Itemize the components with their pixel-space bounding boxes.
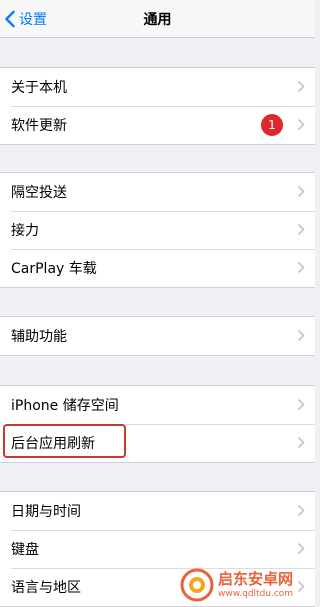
chevron-right-icon bbox=[297, 185, 305, 198]
watermark-url: www.qdltdu.com bbox=[218, 588, 294, 599]
row-accessibility[interactable]: 辅助功能 bbox=[0, 317, 315, 355]
row-date-time[interactable]: 日期与时间 bbox=[0, 492, 315, 530]
row-label: 关于本机 bbox=[11, 80, 67, 96]
watermark-logo-icon bbox=[180, 568, 214, 601]
chevron-right-icon bbox=[297, 118, 305, 131]
row-label: 日期与时间 bbox=[11, 504, 81, 520]
settings-group-4: iPhone 储存空间 后台应用刷新 bbox=[0, 385, 315, 463]
update-badge: 1 bbox=[261, 114, 283, 136]
row-label: CarPlay 车载 bbox=[11, 261, 97, 277]
row-label: 隔空投送 bbox=[11, 185, 67, 201]
row-software-update[interactable]: 软件更新 1 bbox=[0, 106, 315, 144]
row-label: iPhone 储存空间 bbox=[11, 398, 119, 414]
row-background-app-refresh[interactable]: 后台应用刷新 bbox=[0, 424, 315, 462]
row-label: 语言与地区 bbox=[11, 580, 81, 596]
settings-group-2: 隔空投送 接力 CarPlay 车载 bbox=[0, 172, 315, 288]
row-label: 接力 bbox=[11, 223, 39, 239]
navigation-bar: 设置 通用 bbox=[0, 0, 315, 38]
chevron-right-icon bbox=[297, 398, 305, 411]
row-label: 后台应用刷新 bbox=[11, 436, 95, 452]
chevron-right-icon bbox=[297, 436, 305, 449]
row-iphone-storage[interactable]: iPhone 储存空间 bbox=[0, 386, 315, 424]
page-title: 通用 bbox=[143, 12, 172, 28]
chevron-right-icon bbox=[297, 504, 305, 517]
settings-group-1: 关于本机 软件更新 1 bbox=[0, 67, 315, 145]
row-airdrop[interactable]: 隔空投送 bbox=[0, 173, 315, 211]
chevron-right-icon bbox=[297, 261, 305, 274]
row-label: 软件更新 bbox=[11, 118, 67, 134]
chevron-right-icon bbox=[297, 223, 305, 236]
row-label: 辅助功能 bbox=[11, 329, 67, 345]
chevron-right-icon bbox=[297, 542, 305, 555]
chevron-right-icon bbox=[297, 80, 305, 93]
watermark-title: 启东安卓网 bbox=[218, 569, 294, 588]
settings-group-3: 辅助功能 bbox=[0, 316, 315, 356]
watermark: 启东安卓网 www.qdltdu.com bbox=[180, 562, 315, 607]
row-about[interactable]: 关于本机 bbox=[0, 68, 315, 106]
row-handoff[interactable]: 接力 bbox=[0, 211, 315, 249]
chevron-right-icon bbox=[297, 329, 305, 342]
row-label: 键盘 bbox=[11, 542, 39, 558]
row-carplay[interactable]: CarPlay 车载 bbox=[0, 249, 315, 287]
